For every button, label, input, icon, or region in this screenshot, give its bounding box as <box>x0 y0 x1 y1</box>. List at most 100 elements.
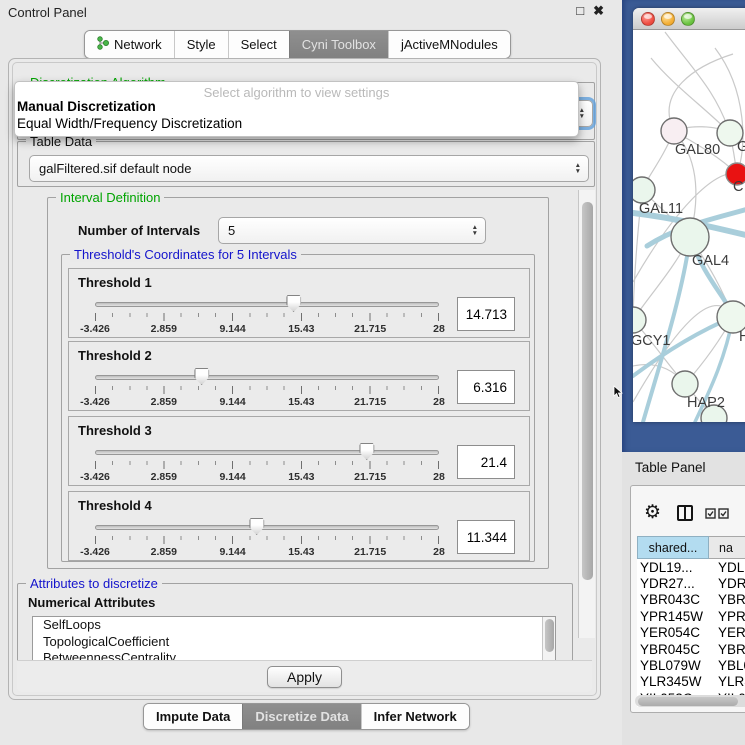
list-item[interactable]: SelfLoops <box>33 617 555 634</box>
node-label: GA <box>737 139 745 155</box>
table-row[interactable]: YBR043CYBR0 <box>637 592 745 608</box>
tab-network[interactable]: Network <box>85 31 174 58</box>
node-gal80[interactable] <box>661 118 687 144</box>
network-window-frame: GAL80 GA C GAL11 GAL4 GCY1 H HAP2 <box>622 0 745 452</box>
node-label: GAL80 <box>675 142 720 158</box>
node-gal4[interactable] <box>671 218 709 256</box>
cyni-toolbox-panel: Discretization Algorithm ▲▼ Table Data g… <box>8 58 601 700</box>
table-header: shared... na <box>637 536 745 559</box>
apply-button[interactable]: Apply <box>267 666 342 688</box>
interval-definition-group: Interval Definition Number of Intervals … <box>47 197 549 569</box>
table-row[interactable]: YDL19...YDL1 <box>637 559 745 575</box>
tab-discretize-data[interactable]: Discretize Data <box>242 704 360 729</box>
table-rows: YDL19...YDL1 YDR27...YDR2 YBR043CYBR0 YP… <box>637 559 745 707</box>
number-of-intervals-label: Number of Intervals <box>78 223 200 238</box>
threshold-2-slider[interactable]: -3.426 2.859 9.144 15.43 21.715 28 <box>95 366 439 410</box>
control-panel-tabbar: Network Style Select Cyni Toolbox jActiv… <box>84 30 511 59</box>
threshold-1-label: Threshold 1 <box>78 275 152 290</box>
checkbox-icon[interactable] <box>705 508 716 519</box>
threshold-1-slider[interactable]: -3.426 2.859 9.144 15.43 21.715 28 <box>95 293 439 337</box>
node-label: GAL11 <box>639 201 683 217</box>
tab-infer-network[interactable]: Infer Network <box>361 704 469 729</box>
table-panel: ⚙ shared... na YDL19... <box>630 485 745 713</box>
column-browser-icon[interactable] <box>677 505 693 521</box>
control-panel: Control Panel □ ✖ Network <box>0 0 622 745</box>
interval-definition-group-title: Interval Definition <box>56 190 164 205</box>
algorithm-dropdown-popup: Select algorithm to view settings Manual… <box>14 81 579 137</box>
zoom-traffic-light[interactable] <box>681 12 695 26</box>
minimize-traffic-light[interactable] <box>661 12 675 26</box>
table-data-group: Table Data galFiltered.sif default node … <box>17 141 595 187</box>
threshold-2-label: Threshold 2 <box>78 348 152 363</box>
control-panel-title: Control Panel <box>8 5 87 20</box>
list-item[interactable]: TopologicalCoefficient <box>33 634 555 651</box>
threshold-2-box: Threshold 2 -3.426 2.859 9.144 <box>68 341 530 411</box>
threshold-4-slider-thumb[interactable] <box>249 518 264 535</box>
select-columns-icons[interactable] <box>705 508 729 519</box>
node-label: H <box>739 329 745 345</box>
column-header-shared[interactable]: shared... <box>637 536 709 559</box>
tab-jactivemnodules[interactable]: jActiveMNodules <box>388 31 510 58</box>
table-row[interactable]: YPR145WYPR1 <box>637 608 745 624</box>
threshold-coordinates-group-title: Threshold's Coordinates for 5 Intervals <box>70 247 301 262</box>
number-of-intervals-combobox[interactable]: 5 ▲▼ <box>218 217 486 244</box>
threshold-3-slider-thumb[interactable] <box>359 443 374 460</box>
spinner-down-icon: ▼ <box>579 114 585 120</box>
network-window-titlebar[interactable] <box>633 8 745 30</box>
threshold-4-slider[interactable]: -3.426 2.859 9.144 15.43 21.715 28 <box>95 516 439 560</box>
close-traffic-light[interactable] <box>641 12 655 26</box>
tab-impute-data[interactable]: Impute Data <box>144 704 242 729</box>
tab-select[interactable]: Select <box>228 31 289 58</box>
threshold-1-box: Threshold 1 -3.426 2.859 9.144 <box>68 268 530 338</box>
table-horizontal-scrollbar[interactable] <box>635 695 745 707</box>
application-window: Control Panel □ ✖ Network <box>0 0 745 745</box>
gear-icon[interactable]: ⚙ <box>644 503 661 523</box>
node-label: HAP2 <box>687 395 725 411</box>
node-label: GAL4 <box>692 253 729 269</box>
threshold-3-label: Threshold 3 <box>78 423 152 438</box>
float-window-icon[interactable]: □ <box>576 3 584 19</box>
table-row[interactable]: YLR345WYLR3 <box>637 674 745 690</box>
network-icon <box>97 36 109 53</box>
tab-style[interactable]: Style <box>174 31 228 58</box>
cyni-bottom-tabbar: Impute Data Discretize Data Infer Networ… <box>143 703 470 730</box>
node-gal11[interactable] <box>633 177 655 203</box>
threshold-2-slider-thumb[interactable] <box>194 368 209 385</box>
threshold-4-value-field[interactable]: 11.344 <box>457 520 515 554</box>
threshold-4-label: Threshold 4 <box>78 498 152 513</box>
number-of-intervals-value: 5 <box>228 223 235 238</box>
network-nodes[interactable] <box>633 118 745 422</box>
spinner-down-icon: ▼ <box>575 169 581 175</box>
numerical-attributes-label: Numerical Attributes <box>28 595 155 610</box>
table-row[interactable]: YER054CYER0 <box>637 625 745 641</box>
threshold-3-slider[interactable]: -3.426 2.859 9.144 15.43 21.715 28 <box>95 441 439 485</box>
algorithm-placeholder-option[interactable]: Select algorithm to view settings <box>15 82 578 99</box>
table-row[interactable]: YBR045CYBR0 <box>637 641 745 657</box>
tab-network-label: Network <box>114 37 162 52</box>
threshold-3-box: Threshold 3 -3.426 2.859 9.144 <box>68 416 530 486</box>
network-window: GAL80 GA C GAL11 GAL4 GCY1 H HAP2 <box>633 8 745 422</box>
table-data-combobox[interactable]: galFiltered.sif default node ▲▼ <box>29 155 589 182</box>
threshold-2-value-field[interactable]: 6.316 <box>457 370 515 404</box>
column-header-name[interactable]: na <box>709 536 745 559</box>
table-row[interactable]: YBL079WYBL0 <box>637 657 745 673</box>
network-canvas[interactable]: GAL80 GA C GAL11 GAL4 GCY1 H HAP2 <box>633 30 745 422</box>
node-hap2[interactable] <box>672 371 698 397</box>
node-label: GCY1 <box>633 333 671 349</box>
checkbox-icon[interactable] <box>718 508 729 519</box>
close-panel-icon[interactable]: ✖ <box>593 3 604 19</box>
threshold-coordinates-group: Threshold's Coordinates for 5 Intervals … <box>61 254 535 562</box>
threshold-4-box: Threshold 4 -3.426 2.859 9.144 <box>68 491 530 561</box>
algorithm-option-manual[interactable]: Manual Discretization <box>15 99 578 116</box>
attributes-group: Attributes to discretize Numerical Attri… <box>17 583 573 669</box>
attributes-group-title: Attributes to discretize <box>26 576 162 591</box>
table-row[interactable]: YDR27...YDR2 <box>637 575 745 591</box>
tab-cyni-toolbox[interactable]: Cyni Toolbox <box>289 31 388 58</box>
algorithm-option-equal-width[interactable]: Equal Width/Frequency Discretization <box>15 116 578 133</box>
threshold-1-value-field[interactable]: 14.713 <box>457 297 515 331</box>
node-label: C <box>733 179 743 195</box>
panel-scrollbar[interactable] <box>578 190 595 638</box>
node-gcy1[interactable] <box>633 307 646 333</box>
threshold-3-value-field[interactable]: 21.4 <box>457 445 515 479</box>
threshold-1-slider-thumb[interactable] <box>286 295 301 312</box>
